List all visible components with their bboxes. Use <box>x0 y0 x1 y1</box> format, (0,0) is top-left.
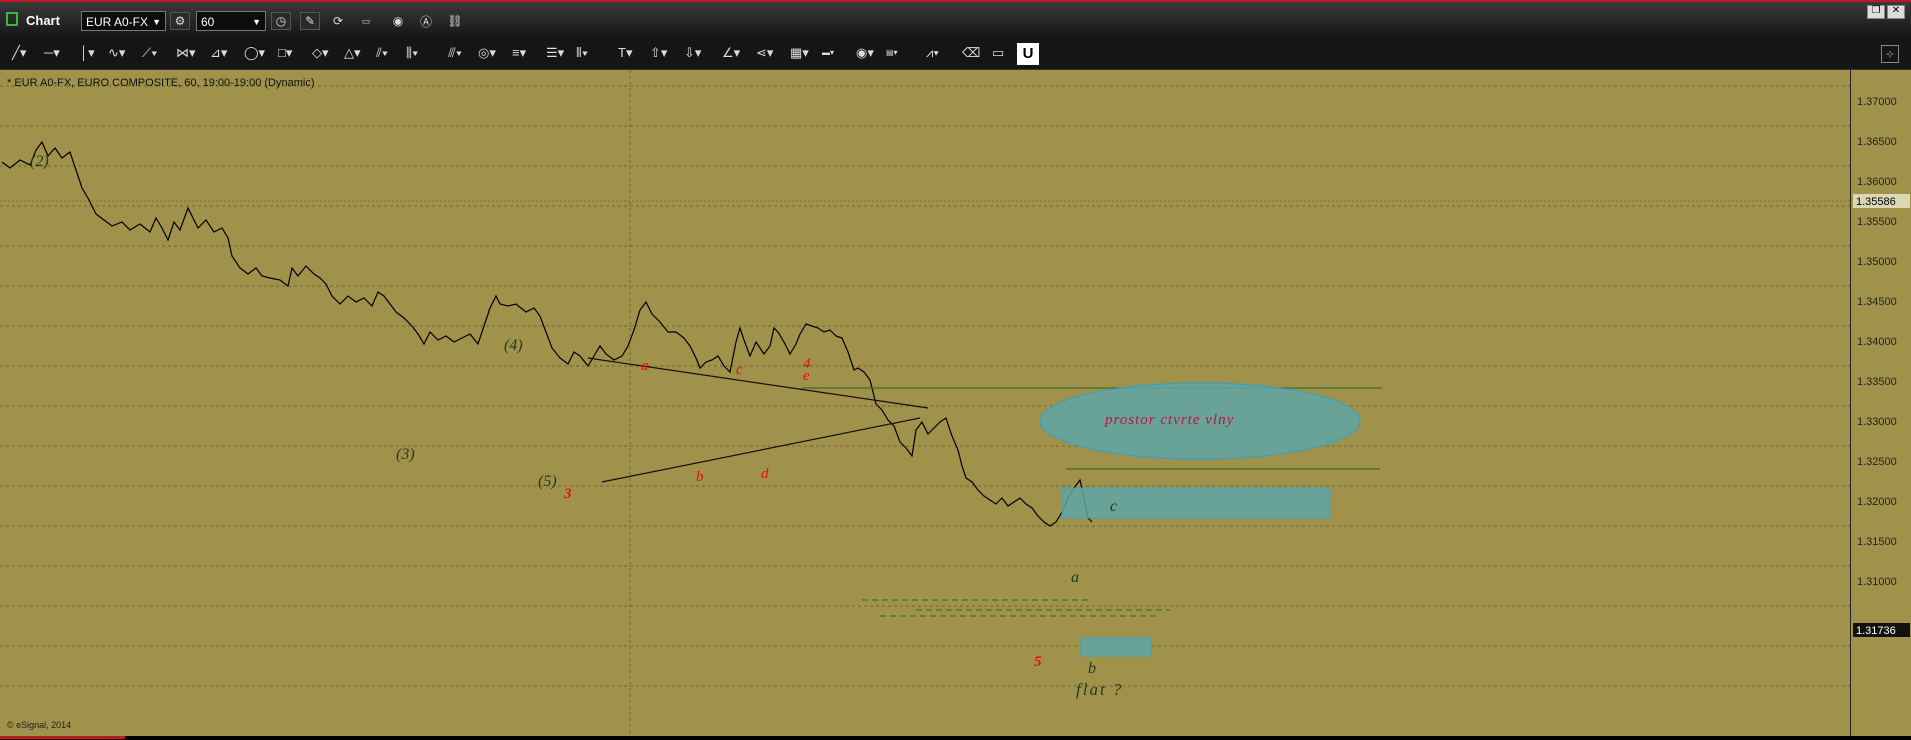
price-tick-label: 1.36000 <box>1857 176 1897 188</box>
quote-icon[interactable]: ▭ <box>356 12 376 30</box>
rectangle-tool-icon[interactable]: □▾ <box>278 44 292 62</box>
wave-label-d-red: d <box>761 466 769 482</box>
eye-tool-icon[interactable]: ◉▾ <box>856 44 874 62</box>
channel-tool-icon[interactable]: ⫽▾ <box>376 44 388 62</box>
wave-label-3-red: 3 <box>563 486 572 502</box>
chart-area[interactable]: (2) (4) (3) (5) a b c flat ? a c 4 e 3 b… <box>0 70 1911 736</box>
price-tick-label: 1.33000 <box>1857 416 1897 428</box>
window-controls: ❐ ✕ <box>1867 5 1905 19</box>
comment-tool-icon[interactable]: ▭ <box>992 44 1004 62</box>
price-tick-label: 1.34000 <box>1857 336 1897 348</box>
symbol-value: EUR A0-FX <box>86 15 149 29</box>
cycle-tool-icon[interactable]: ⫼▾ <box>406 44 418 62</box>
wave-label-a-red: a <box>641 358 649 374</box>
price-chart: (2) (4) (3) (5) a b c flat ? a c 4 e 3 b… <box>0 70 1850 736</box>
wave-four-zone-label: prostor ctvrte vlny <box>1104 412 1234 428</box>
wave-label-b-red: b <box>696 469 704 485</box>
drawing-toolbar: ╱▾ ─▾ │▾ ∿▾ ⟋▾ ⋈▾ ⊿▾ ◯▾ □▾ ◇▾ △▾ ⫽▾ ⫼▾ ⫻… <box>0 38 1911 70</box>
price-tick-label: 1.35500 <box>1857 216 1897 228</box>
fan-tool-icon[interactable]: ⟋▾ <box>142 44 157 62</box>
pencil-icon[interactable]: ✎ <box>300 12 320 30</box>
arrow-up-tool-icon[interactable]: ⇧▾ <box>650 44 667 62</box>
ellipse-tool-icon[interactable]: ◯▾ <box>244 44 265 62</box>
target-zone-b <box>1080 637 1152 657</box>
close-icon[interactable]: ✕ <box>1887 5 1905 19</box>
settings-icon[interactable]: ⚙ <box>170 12 190 30</box>
arrow-down-tool-icon[interactable]: ⇩▾ <box>684 44 701 62</box>
diamond-tool-icon[interactable]: ◇▾ <box>312 44 329 62</box>
wave-label-5-red: 5 <box>1034 654 1042 670</box>
target-tool-icon[interactable]: ◎▾ <box>478 44 496 62</box>
flat-question-label: flat ? <box>1076 680 1123 699</box>
symbol-field[interactable]: EUR A0-FX ▼ <box>81 11 166 31</box>
wave-tool-icon[interactable]: ∿▾ <box>108 44 125 62</box>
wave-label-a-green: a <box>1071 569 1079 586</box>
eraser-tool-icon[interactable]: ⌫ <box>962 44 980 62</box>
gann-tool-icon[interactable]: ⊿▾ <box>210 44 227 62</box>
trendline-tool-icon[interactable]: ╱▾ <box>12 44 26 62</box>
price-scale[interactable]: 1.37000 1.36500 1.36000 1.35500 1.35000 … <box>1850 70 1911 736</box>
wave-label-e-red: e <box>803 368 810 384</box>
link-icon[interactable]: ⛓ <box>445 12 465 30</box>
price-scale-labels: 1.37000 1.36500 1.36000 1.35500 1.35000 … <box>1853 96 1910 637</box>
bars-tool-icon[interactable]: ⦀▾ <box>576 44 588 62</box>
fib-tool-icon[interactable]: ⋈▾ <box>176 44 196 62</box>
wave-label-3: (3) <box>396 446 415 463</box>
grid-tool-icon[interactable]: ▦▾ <box>790 44 809 62</box>
triangle-tool-icon[interactable]: △▾ <box>344 44 361 62</box>
last-price-value: 1.31736 <box>1856 625 1896 637</box>
price-tick-label: 1.32500 <box>1857 456 1897 468</box>
status-bar <box>0 736 1911 740</box>
zigzag-tool-icon[interactable]: ⩘▾ <box>926 44 939 62</box>
support-lines <box>862 599 1170 617</box>
angle-tool-icon[interactable]: ∠▾ <box>722 44 740 62</box>
price-line <box>1 140 1093 527</box>
chart-info-label: * EUR A0-FX, EURO COMPOSITE, 60, 19:00-1… <box>7 77 315 89</box>
clock-icon[interactable]: ◷ <box>271 12 291 30</box>
mob-tool-icon[interactable]: ▬▾ <box>822 44 834 62</box>
price-tick-label: 1.35000 <box>1857 256 1897 268</box>
refresh-icon[interactable]: ⟳ <box>328 12 348 30</box>
alert-icon[interactable]: Ⓐ <box>416 12 436 30</box>
status-accent <box>0 736 125 739</box>
play-icon[interactable]: ◉ <box>388 12 408 30</box>
pti-tool-icon[interactable]: ▤▾ <box>886 44 898 62</box>
horizontal-line-tool-icon[interactable]: ─▾ <box>44 44 60 62</box>
price-tick-label: 1.33500 <box>1857 376 1897 388</box>
interval-value: 60 <box>201 15 215 29</box>
wave-label-c-green: c <box>1110 498 1117 515</box>
crosshair-icon[interactable]: ⊹ <box>1881 45 1899 63</box>
pitchfork-tool-icon[interactable]: ⋖▾ <box>756 44 773 62</box>
wave-label-b-green: b <box>1088 660 1096 677</box>
copyright-label: © eSignal, 2014 <box>7 720 72 730</box>
price-tick-label: 1.34500 <box>1857 296 1897 308</box>
restore-icon[interactable]: ❐ <box>1867 5 1885 19</box>
target-zone-c <box>1061 487 1331 519</box>
price-tick-label: 1.31000 <box>1857 576 1897 588</box>
wave-label-2: (2) <box>30 153 49 170</box>
interval-field[interactable]: 60 ▼ <box>196 11 266 31</box>
wave-label-5: (5) <box>538 473 557 490</box>
chevron-down-icon[interactable]: ▼ <box>252 12 261 32</box>
lines-tool-icon[interactable]: ≡▾ <box>512 44 526 62</box>
text-tool-icon[interactable]: T▾ <box>618 44 632 62</box>
wave-label-4: (4) <box>504 337 523 354</box>
app-title: Chart <box>26 13 60 28</box>
vertical-line-tool-icon[interactable]: │▾ <box>80 44 95 62</box>
magnet-icon[interactable]: U <box>1017 43 1039 65</box>
parallel-tool-icon[interactable]: ⫻▾ <box>448 44 462 62</box>
price-grid <box>0 70 1850 736</box>
price-tick-label: 1.36500 <box>1857 136 1897 148</box>
price-tick-label: 1.31500 <box>1857 536 1897 548</box>
title-bar: Chart EUR A0-FX ▼ ⚙ 60 ▼ ◷ ✎ ⟳ ▭ ◉ Ⓐ ⛓ ❐… <box>0 0 1911 38</box>
wave-label-c-red: c <box>736 362 743 378</box>
crosshair-price-value: 1.35586 <box>1856 196 1896 208</box>
price-tick-label: 1.32000 <box>1857 496 1897 508</box>
chevron-down-icon[interactable]: ▼ <box>152 12 161 32</box>
app-logo-icon <box>6 12 18 26</box>
price-tick-label: 1.37000 <box>1857 96 1897 108</box>
levels-tool-icon[interactable]: ☰▾ <box>546 44 564 62</box>
